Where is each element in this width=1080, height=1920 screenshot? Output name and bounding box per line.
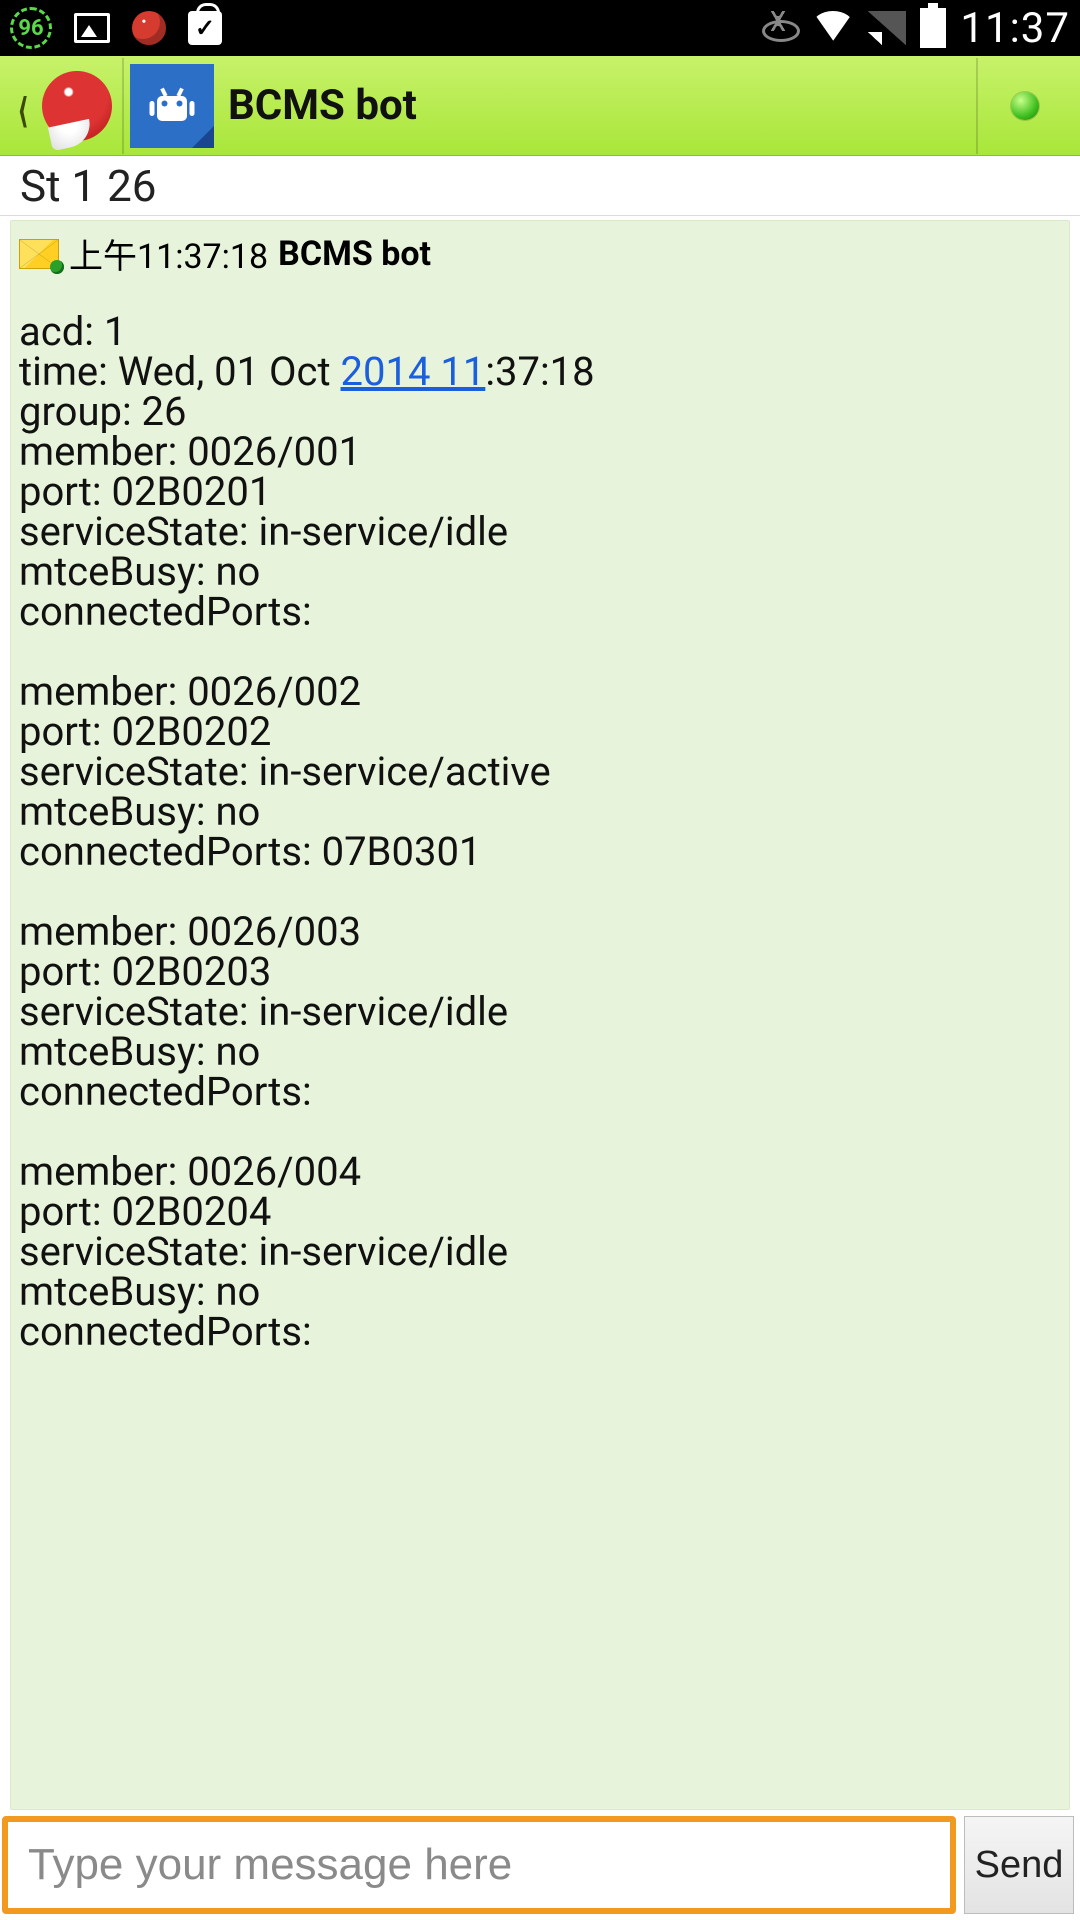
notification-badge-icon: 96	[10, 7, 52, 49]
globe-bulb-icon	[42, 71, 112, 141]
message-body: acd: 1 time: Wed, 01 Oct 2014 11:37:18 g…	[19, 312, 1061, 1352]
date-header: St 1 26	[0, 156, 1080, 216]
contact-avatar[interactable]	[130, 64, 214, 148]
chat-header: ‹ BCMS bot	[0, 56, 1080, 156]
app-icon[interactable]	[38, 67, 116, 145]
incoming-message[interactable]: 上午11:37:18 BCMS bot acd: 1 time: Wed, 01…	[10, 220, 1070, 1810]
header-separator	[122, 58, 124, 154]
message-link[interactable]: 2014 11	[341, 348, 486, 395]
send-button[interactable]: Send	[964, 1816, 1074, 1914]
wifi-icon	[812, 11, 854, 45]
cell-signal-icon	[868, 11, 906, 45]
image-notification-icon	[74, 13, 110, 43]
mail-icon	[19, 239, 59, 269]
android-status-bar: 96 11:37	[0, 0, 1080, 56]
back-button[interactable]: ‹	[15, 58, 32, 153]
message-text-post: :37:18 group: 26 member: 0026/001 port: …	[19, 348, 595, 1355]
shopping-done-icon	[188, 11, 222, 45]
message-input[interactable]	[2, 1816, 956, 1914]
message-text-pre: acd: 1 time: Wed, 01 Oct	[19, 308, 341, 395]
smart-stay-icon	[758, 8, 798, 48]
globe-notification-icon	[132, 11, 166, 45]
chat-scroll-area[interactable]: 上午11:37:18 BCMS bot acd: 1 time: Wed, 01…	[0, 216, 1080, 1810]
presence-online-icon	[1011, 92, 1039, 120]
chat-title: BCMS bot	[228, 81, 417, 130]
android-bot-icon	[142, 76, 202, 136]
message-sender: BCMS bot	[278, 234, 431, 274]
compose-bar: Send	[0, 1810, 1080, 1920]
message-timestamp: 上午11:37:18	[69, 229, 268, 278]
status-time: 11:37	[960, 4, 1070, 53]
presence-indicator-area[interactable]	[976, 58, 1072, 154]
battery-icon	[920, 8, 946, 48]
